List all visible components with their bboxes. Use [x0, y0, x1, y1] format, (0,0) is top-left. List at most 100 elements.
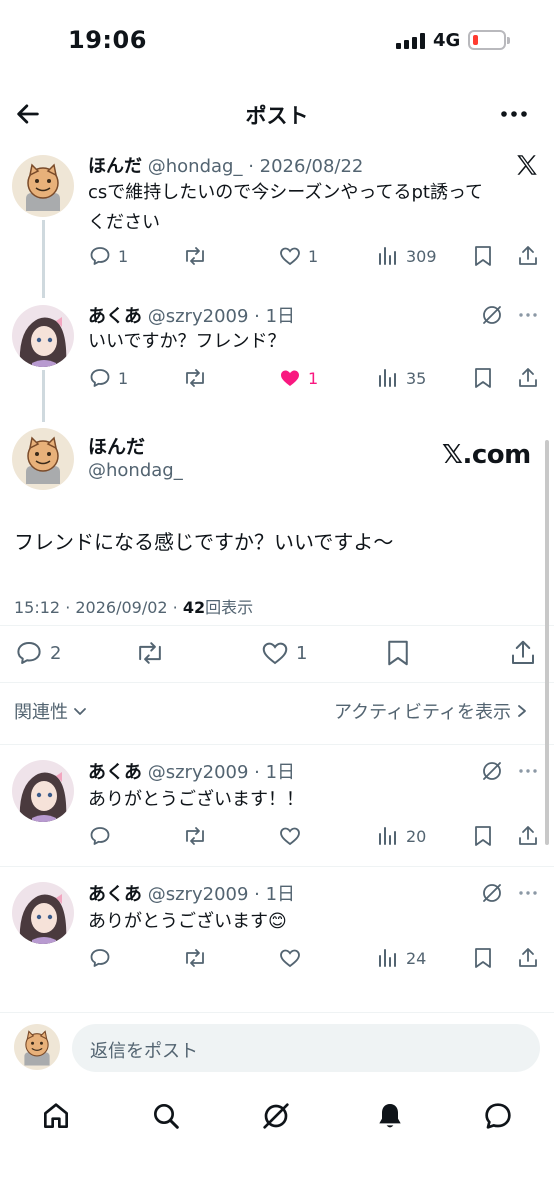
more-button[interactable]	[498, 100, 530, 128]
reply-count: 1	[118, 246, 129, 266]
repost-button[interactable]	[182, 946, 208, 970]
main-post-text: フレンドになる感じですか？いいですよ〜	[14, 530, 394, 554]
tab-messages[interactable]	[482, 1100, 514, 1136]
message-icon	[485, 1103, 511, 1129]
views-button[interactable]: 20	[376, 824, 426, 848]
author-handle[interactable]: @szry2009	[148, 306, 249, 327]
bookmark-icon	[475, 368, 491, 388]
bookmark-icon	[475, 246, 491, 266]
author-handle[interactable]: @hondag_	[88, 460, 183, 481]
like-button-active[interactable]: 1	[278, 366, 318, 390]
post-text: csで維持したいので今シーズンやってるpt誘って ください	[88, 178, 528, 238]
bell-icon	[379, 1104, 401, 1128]
heart-icon	[280, 949, 300, 968]
tab-home[interactable]	[40, 1100, 72, 1136]
reply-count: 2	[50, 642, 62, 664]
post-text-line: csで維持したいので今シーズンやってるpt誘って	[88, 182, 484, 203]
share-button[interactable]	[508, 638, 538, 668]
author-name[interactable]: あくあ	[88, 306, 142, 327]
my-avatar[interactable]	[14, 1024, 60, 1070]
sort-dropdown[interactable]: 関連性	[14, 698, 88, 724]
post-text: いいですか？フレンド？	[88, 331, 286, 352]
analytics-icon	[379, 247, 396, 265]
view-count: 20	[406, 826, 427, 846]
share-button[interactable]	[516, 824, 540, 848]
reply-button[interactable]: 1	[88, 244, 128, 268]
bookmark-icon	[475, 948, 491, 968]
repost-icon	[139, 642, 161, 664]
repost-button[interactable]	[182, 824, 208, 848]
view-activity-link[interactable]: アクティビティを表示	[334, 698, 529, 724]
views-count: 42	[182, 598, 206, 617]
post-more-button[interactable]	[516, 759, 540, 787]
like-count: 1	[296, 642, 308, 664]
post-timestamp: 15:12 · 2026/09/02 ·	[14, 598, 183, 617]
home-icon	[44, 1103, 68, 1128]
reply-button[interactable]	[88, 946, 112, 970]
share-button[interactable]	[516, 366, 540, 390]
avatar-szry2009[interactable]	[12, 760, 74, 822]
grok-icon[interactable]	[480, 759, 504, 787]
post-more-button[interactable]	[516, 881, 540, 909]
reply-input[interactable]: 返信をポスト	[72, 1024, 540, 1072]
sort-label: 関連性	[14, 702, 68, 723]
repost-button[interactable]	[134, 638, 166, 668]
bookmark-button[interactable]	[472, 244, 494, 268]
bookmark-button[interactable]	[472, 824, 494, 848]
bookmark-button[interactable]	[472, 946, 494, 970]
share-button[interactable]	[516, 244, 540, 268]
avatar-szry2009[interactable]	[12, 305, 74, 367]
author-handle[interactable]: @szry2009	[148, 762, 249, 783]
avatar-hondag[interactable]	[12, 428, 74, 490]
activity-label: アクティビティを表示	[334, 702, 511, 723]
scrollbar[interactable]	[545, 440, 549, 845]
like-button[interactable]	[278, 824, 302, 848]
heart-filled-icon	[281, 370, 299, 386]
author-name[interactable]: ほんだ	[88, 156, 142, 177]
search-icon	[154, 1104, 179, 1129]
bookmark-button[interactable]	[384, 638, 412, 668]
reply-text: ありがとうございます😊	[88, 911, 287, 932]
heart-icon	[280, 247, 300, 266]
tab-search[interactable]	[150, 1100, 182, 1136]
like-count: 1	[308, 246, 319, 266]
bookmark-button[interactable]	[472, 366, 494, 390]
views-button[interactable]: 309	[376, 244, 437, 268]
avatar-szry2009[interactable]	[12, 882, 74, 944]
like-button[interactable]: 1	[278, 244, 318, 268]
anime-avatar-icon	[12, 760, 74, 822]
comment-icon	[90, 369, 110, 387]
author-name[interactable]: ほんだ	[88, 432, 145, 459]
like-button[interactable]	[278, 946, 302, 970]
tab-notifications[interactable]	[374, 1100, 406, 1136]
like-button[interactable]: 1	[260, 638, 307, 668]
views-label: 回表示	[205, 598, 254, 617]
views-button[interactable]: 35	[376, 366, 426, 390]
author-handle[interactable]: @szry2009	[148, 884, 249, 905]
thread-connector	[42, 220, 45, 298]
reply-button[interactable]: 1	[88, 366, 128, 390]
repost-button[interactable]	[182, 244, 214, 268]
reply-button[interactable]	[88, 824, 112, 848]
author-name[interactable]: あくあ	[88, 884, 142, 905]
author-name[interactable]: あくあ	[88, 762, 142, 783]
heart-icon	[262, 642, 288, 665]
repost-icon	[186, 827, 204, 845]
battery-icon	[468, 30, 510, 50]
post-author-line: あくあ @szry2009 · 1日	[88, 880, 295, 906]
analytics-icon	[379, 827, 396, 845]
author-handle[interactable]: @hondag_	[148, 156, 243, 177]
ellipsis-icon	[519, 769, 537, 773]
views-button[interactable]: 24	[376, 946, 426, 970]
post-date: · 1日	[254, 306, 296, 327]
share-button[interactable]	[516, 946, 540, 970]
tab-grok[interactable]	[260, 1100, 292, 1136]
reply-button[interactable]: 2	[14, 638, 61, 668]
grok-icon[interactable]	[480, 881, 504, 909]
comment-icon	[90, 827, 110, 845]
cat-avatar-icon	[12, 155, 74, 217]
analytics-icon	[379, 949, 396, 967]
like-count: 1	[308, 368, 319, 388]
avatar-hondag[interactable]	[12, 155, 74, 217]
repost-button[interactable]	[182, 366, 214, 390]
